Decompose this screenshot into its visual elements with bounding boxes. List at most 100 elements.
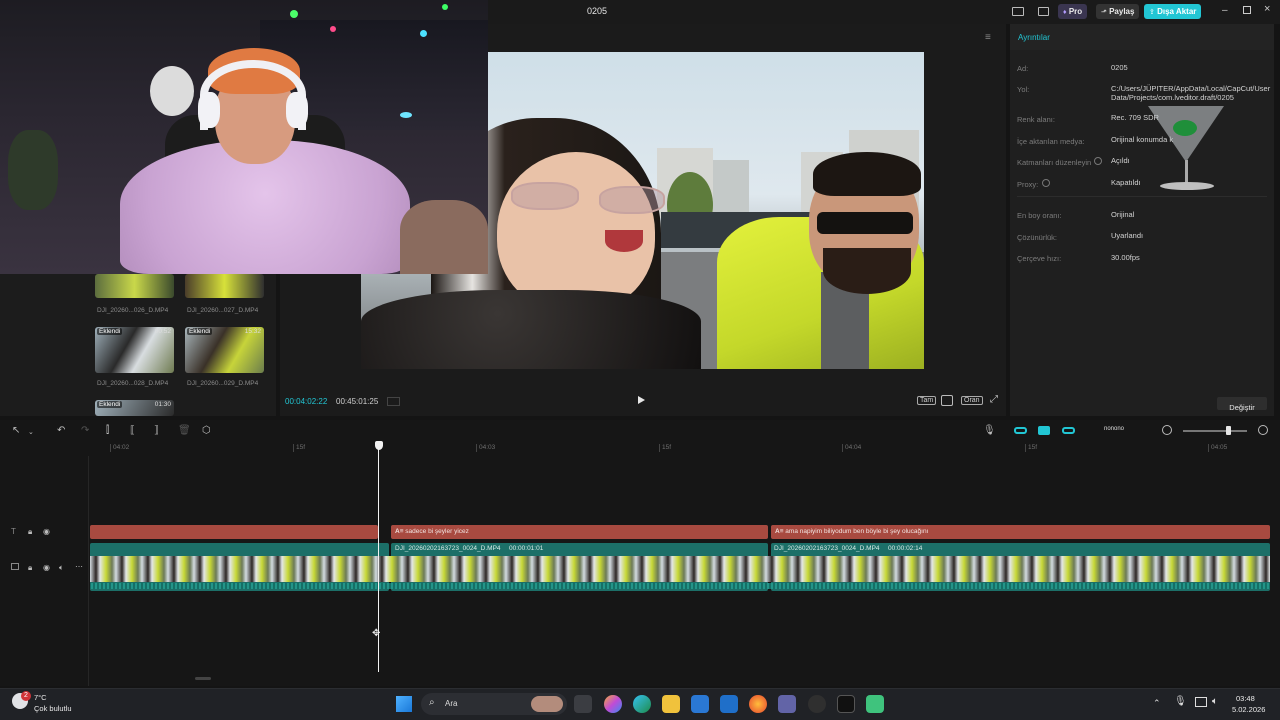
text-track-icon: T: [11, 527, 16, 536]
text-clip[interactable]: A≡ sadece bi şeyler yicez: [391, 525, 768, 539]
clock-date[interactable]: 5.02.2026: [1232, 705, 1265, 714]
clip-duration: 00:52: [154, 328, 171, 335]
grid-icon[interactable]: [387, 397, 400, 406]
select-tool-icon[interactable]: ↖: [12, 425, 20, 436]
fullscreen-icon[interactable]: ⤢: [990, 394, 998, 405]
outlook-icon[interactable]: [720, 695, 738, 713]
clip-duration: 00:00:01:01: [509, 545, 544, 552]
text-clip[interactable]: [90, 525, 378, 539]
horizontal-scrollbar[interactable]: [195, 677, 211, 680]
clip-thumbnail[interactable]: [95, 274, 174, 298]
split-right-icon[interactable]: ⟧: [154, 425, 159, 436]
marker-icon[interactable]: ⬡: [202, 425, 211, 436]
lock-icon[interactable]: 🔒︎: [28, 563, 32, 573]
eye-icon[interactable]: ◉: [43, 563, 50, 572]
volume-icon[interactable]: 🔈︎: [1212, 696, 1218, 707]
ruler-tick: [1208, 444, 1209, 452]
file-explorer-icon[interactable]: [662, 695, 680, 713]
info-icon[interactable]: [1094, 157, 1102, 165]
video-track-icon: [11, 563, 19, 570]
ruler-label: 15f: [296, 444, 306, 451]
windows-start-icon[interactable]: [396, 696, 412, 712]
light: [400, 112, 412, 118]
text-clip[interactable]: A≡ ama napiyim biliyodum ben böyle bi şe…: [771, 525, 1270, 539]
play-icon[interactable]: [638, 396, 645, 404]
notepad-icon[interactable]: [866, 695, 884, 713]
undo-icon[interactable]: ↶: [57, 425, 65, 436]
network-icon[interactable]: [1195, 697, 1207, 707]
color-space-label: Renk alanı:: [1017, 115, 1055, 124]
edge-icon[interactable]: [633, 695, 651, 713]
task-view-icon[interactable]: [574, 695, 592, 713]
zoom-in-icon[interactable]: [1258, 425, 1268, 435]
full-label[interactable]: Tam: [917, 396, 937, 405]
export-button[interactable]: ⇪ Dışa Aktar: [1144, 4, 1202, 19]
added-badge: Eklendi: [97, 401, 123, 408]
store-icon[interactable]: [691, 695, 709, 713]
clip-name: DJI_20260202163723_0024_D.MP4: [774, 545, 880, 552]
aspect-label: En boy oranı:: [1017, 211, 1062, 220]
eye-icon[interactable]: ◉: [43, 527, 50, 536]
lock-icon[interactable]: 🔒︎: [28, 527, 32, 537]
text-clip-icon: A≡: [395, 528, 406, 535]
info-icon[interactable]: [1042, 179, 1050, 187]
path-label: Yol:: [1017, 85, 1030, 94]
light: [330, 26, 336, 32]
clip-thumbnail[interactable]: Eklendi 01:30: [95, 400, 174, 416]
redo-icon[interactable]: ↷: [81, 425, 89, 436]
zoom-slider-handle[interactable]: [1226, 426, 1231, 435]
clip-name: DJI_20260...026_D.MP4: [97, 307, 169, 314]
clip-thumbnail[interactable]: Eklendi 00:52: [95, 327, 174, 373]
link-icon[interactable]: [1014, 427, 1027, 434]
audio-icon[interactable]: 🔈︎: [59, 563, 64, 573]
microphone-icon[interactable]: 🎙: [983, 425, 996, 436]
minimize-icon[interactable]: –: [1222, 5, 1228, 16]
woman-smile: [605, 230, 643, 252]
clip-thumbnail[interactable]: [185, 274, 264, 298]
ruler-label: 04:04: [845, 444, 862, 451]
resolution-value: Uyarlandı: [1111, 231, 1144, 240]
obs-icon[interactable]: [808, 695, 826, 713]
menu-icon[interactable]: ≡: [985, 32, 991, 43]
copilot-icon[interactable]: [604, 695, 622, 713]
microphone-icon[interactable]: 🎙: [1174, 696, 1187, 707]
pro-button[interactable]: ♦ Pro: [1058, 4, 1088, 19]
zoom-slider[interactable]: [1183, 430, 1247, 432]
chevron-up-icon[interactable]: ⌃: [1153, 698, 1161, 709]
split-left-icon[interactable]: ⟦: [130, 425, 135, 436]
close-icon[interactable]: ×: [1264, 3, 1270, 15]
firefox-icon[interactable]: [749, 695, 767, 713]
teams-icon[interactable]: [778, 695, 796, 713]
clip-name: DJI_20260...027_D.MP4: [187, 307, 259, 314]
headphone-cup: [286, 92, 308, 128]
upload-icon: ⇪: [1149, 9, 1155, 16]
change-button[interactable]: Değiştir: [1217, 397, 1267, 412]
track-header-divider: [88, 456, 89, 686]
clip-thumbnail[interactable]: Eklendi 15:32: [185, 327, 264, 373]
more-icon[interactable]: ⋯: [75, 562, 83, 571]
snap-icon[interactable]: [1062, 427, 1075, 434]
playhead-handle[interactable]: [375, 441, 383, 450]
fit-icon[interactable]: [941, 395, 953, 406]
light: [290, 10, 298, 18]
ratio-label[interactable]: Oran: [961, 396, 983, 405]
added-badge: Eklendi: [97, 328, 123, 335]
clock-time[interactable]: 03:48: [1236, 694, 1255, 703]
capcut-icon[interactable]: [837, 695, 855, 713]
import-label: İçe aktarılan medya:: [1017, 137, 1085, 146]
zoom-out-icon[interactable]: [1162, 425, 1172, 435]
share-button[interactable]: ⬏ Paylaş: [1096, 4, 1140, 19]
delete-icon[interactable]: 🗑: [178, 425, 191, 436]
search-box[interactable]: ⌕ Ara: [421, 693, 567, 715]
maximize-icon[interactable]: [1243, 6, 1251, 14]
background-building: [713, 160, 749, 218]
magnet-icon[interactable]: [1038, 426, 1050, 435]
split-icon[interactable]: ⫿: [106, 425, 109, 436]
ruler-label: 15f: [1028, 444, 1038, 451]
layout-icon[interactable]: [1012, 7, 1024, 16]
details-tab[interactable]: Ayrıntılar: [1010, 24, 1274, 50]
shortcut-icon[interactable]: [1038, 7, 1049, 16]
added-badge: Eklendi: [187, 328, 213, 335]
chevron-down-icon[interactable]: ⌄: [28, 428, 34, 436]
plant: [8, 130, 58, 210]
